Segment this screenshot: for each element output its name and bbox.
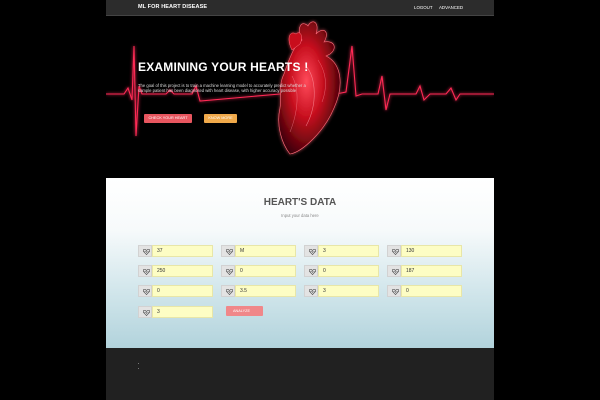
data-input[interactable] bbox=[401, 245, 462, 257]
data-field bbox=[387, 245, 462, 257]
heart-illustration bbox=[106, 21, 494, 155]
hero-description: The goal of this project is to train a m… bbox=[138, 83, 306, 94]
know-more-button[interactable]: KNOW MORE bbox=[204, 114, 237, 123]
data-field bbox=[304, 285, 379, 297]
heart-pulse-icon bbox=[304, 265, 318, 277]
heart-pulse-icon bbox=[387, 265, 401, 277]
heart-pulse-icon bbox=[138, 285, 152, 297]
data-field bbox=[221, 285, 296, 297]
analyze-button[interactable]: ANALYZE bbox=[226, 306, 263, 316]
heart-pulse-icon bbox=[304, 285, 318, 297]
heart-pulse-icon bbox=[387, 245, 401, 257]
data-field bbox=[304, 245, 379, 257]
data-input[interactable] bbox=[318, 285, 379, 297]
data-field bbox=[304, 265, 379, 277]
data-field bbox=[138, 285, 213, 297]
data-input[interactable] bbox=[401, 285, 462, 297]
heart-pulse-icon bbox=[221, 245, 235, 257]
brand-title[interactable]: ML FOR HEART DISEASE bbox=[138, 4, 207, 10]
heart-pulse-icon bbox=[387, 285, 401, 297]
hero-title: EXAMINING YOUR HEARTS ! bbox=[138, 60, 309, 74]
heart-pulse-icon bbox=[221, 285, 235, 297]
section-subtitle: Input your data here bbox=[281, 213, 319, 218]
data-input[interactable] bbox=[235, 265, 296, 277]
data-input[interactable] bbox=[401, 265, 462, 277]
logout-link[interactable]: LOGOUT bbox=[414, 5, 433, 10]
data-field bbox=[138, 245, 213, 257]
footer-mark bbox=[138, 363, 139, 364]
data-field bbox=[138, 265, 213, 277]
heart-pulse-icon bbox=[221, 265, 235, 277]
data-input[interactable] bbox=[318, 265, 379, 277]
check-your-heart-button[interactable]: CHECK YOUR HEART bbox=[144, 114, 192, 123]
data-input[interactable] bbox=[152, 306, 213, 318]
data-input[interactable] bbox=[152, 285, 213, 297]
heart-pulse-icon bbox=[138, 245, 152, 257]
hero-banner: EXAMINING YOUR HEARTS ! The goal of this… bbox=[106, 16, 494, 178]
footer bbox=[106, 348, 494, 400]
data-input[interactable] bbox=[152, 245, 213, 257]
data-field bbox=[221, 245, 296, 257]
data-field bbox=[387, 285, 462, 297]
data-field bbox=[387, 265, 462, 277]
data-input[interactable] bbox=[235, 245, 296, 257]
hearts-data-section: HEART'S DATA Input your data here ANALYZ… bbox=[106, 178, 494, 348]
data-input[interactable] bbox=[235, 285, 296, 297]
advanced-link[interactable]: ADVANCED bbox=[439, 5, 463, 10]
heart-pulse-icon bbox=[138, 306, 152, 318]
navbar: ML FOR HEART DISEASE LOGOUT ADVANCED bbox=[106, 0, 494, 16]
data-field bbox=[138, 306, 213, 318]
section-title: HEART'S DATA bbox=[263, 197, 337, 208]
footer-mark bbox=[138, 368, 139, 369]
heart-pulse-icon bbox=[304, 245, 318, 257]
data-input[interactable] bbox=[318, 245, 379, 257]
site-frame: ML FOR HEART DISEASE LOGOUT ADVANCED EXA… bbox=[106, 0, 494, 400]
heart-pulse-icon bbox=[138, 265, 152, 277]
data-field bbox=[221, 265, 296, 277]
data-input[interactable] bbox=[152, 265, 213, 277]
